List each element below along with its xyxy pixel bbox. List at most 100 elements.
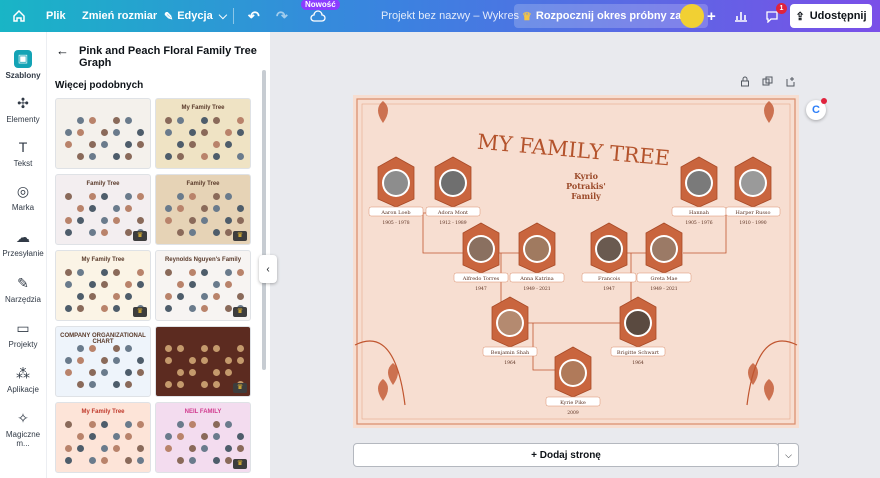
rail-item-label: Marka: [11, 203, 35, 212]
thumbnail-avatar: [189, 305, 196, 312]
thumbnail-avatar: [89, 421, 96, 428]
template-thumbnail[interactable]: Family Tree ♛: [55, 174, 151, 245]
thumbnail-avatar: [189, 369, 196, 376]
document-title[interactable]: Projekt bez nazwy – Wykres: [381, 0, 519, 32]
template-thumbnail[interactable]: My Family Tree: [55, 402, 151, 473]
share-button[interactable]: ⇪ Udostępnij: [790, 4, 872, 28]
add-page-button[interactable]: + Dodaj stronę: [353, 443, 779, 467]
add-page-menu-button[interactable]: ⌵: [778, 443, 799, 467]
template-thumbnail[interactable]: ♛: [155, 326, 251, 397]
thumbnail-avatar: [165, 305, 172, 312]
new-badge: Nowość: [301, 0, 340, 10]
thumbnail-avatar: [165, 117, 172, 124]
thumbnail-avatar: [213, 153, 220, 160]
rail-item-elementy[interactable]: ✣ Elementy: [0, 94, 46, 124]
analytics-icon[interactable]: [734, 0, 748, 32]
upload-icon: ☁: [16, 229, 30, 245]
thumbnail-avatar: [165, 345, 172, 352]
thumbnail-avatar: [189, 357, 196, 364]
rail-item-projekty[interactable]: ▭ Projekty: [0, 319, 46, 349]
thumbnail-avatar: [201, 445, 208, 452]
rail-item-marka[interactable]: ◎ Marka: [0, 182, 46, 212]
elements-icon: ✣: [17, 95, 29, 111]
member-years: 2009: [567, 410, 579, 416]
thumbnail-avatar: [125, 117, 132, 124]
thumbnail-avatar: [201, 357, 208, 364]
thumbnail-avatar: [89, 193, 96, 200]
chevron-left-icon: ‹: [266, 263, 270, 275]
thumbnail-avatar: [101, 129, 108, 136]
thumbnail-avatar: [113, 205, 120, 212]
thumbnail-avatar: [101, 269, 108, 276]
thumbnail-avatar: [65, 281, 72, 288]
template-thumbnail[interactable]: My Family Tree: [155, 98, 251, 169]
thumbnail-avatar: [225, 305, 232, 312]
template-thumbnail[interactable]: My Family Tree ♛: [55, 250, 151, 321]
collapse-panel-button[interactable]: ‹: [259, 255, 277, 283]
trial-button[interactable]: ♛ Rozpocznij okres próbny za 0 €: [514, 4, 708, 28]
rail-item-szablony[interactable]: ▣ Szablony: [0, 50, 46, 80]
add-collaborator-icon[interactable]: +: [707, 0, 716, 32]
member-years: 1964: [632, 360, 644, 366]
templates-icon: ▣: [14, 50, 32, 68]
rail-item-aplikacje[interactable]: ⁂ Aplikacje: [0, 364, 46, 394]
scrollbar[interactable]: [262, 70, 266, 370]
add-page-icon[interactable]: [785, 76, 796, 90]
member-photo: [597, 237, 621, 261]
canva-assistant-icon[interactable]: C: [806, 98, 827, 120]
thumbnail-avatar: [225, 193, 232, 200]
back-arrow-icon[interactable]: ←: [56, 43, 69, 58]
template-thumbnail-title: COMPANY ORGANIZATIONAL CHART: [60, 333, 146, 345]
member-photo: [626, 311, 650, 335]
thumbnail-avatar: [225, 457, 232, 464]
file-menu[interactable]: Plik: [46, 0, 66, 32]
template-thumbnail[interactable]: COMPANY ORGANIZATIONAL CHART: [55, 326, 151, 397]
edit-menu[interactable]: ✎ Edycja ⌵: [164, 0, 227, 32]
member-photo: [687, 171, 711, 195]
rail-item-narzędzia[interactable]: ✎ Narzędzia: [0, 274, 46, 304]
thumbnail-avatar: [65, 129, 72, 136]
thumbnail-avatar: [177, 457, 184, 464]
duplicate-icon[interactable]: [762, 76, 773, 90]
thumbnail-avatar: [113, 381, 120, 388]
undo-icon[interactable]: ↶: [248, 0, 260, 32]
thumbnail-avatar: [113, 445, 120, 452]
template-thumbnail[interactable]: [55, 98, 151, 169]
thumbnail-avatar: [89, 293, 96, 300]
thumbnail-avatar: [213, 293, 220, 300]
template-thumbnail[interactable]: Reynolds Nguyen's Family ♛: [155, 250, 251, 321]
template-thumbnail[interactable]: NEIL FAMILY ♛: [155, 402, 251, 473]
folder-icon: ▭: [16, 320, 30, 336]
thumbnail-avatar: [177, 153, 184, 160]
rail-item-magiczne-m[interactable]: ✧ Magiczne m...: [0, 409, 46, 448]
thumbnail-avatar: [237, 433, 244, 440]
lock-icon[interactable]: [740, 76, 750, 90]
thumbnail-avatar: [201, 153, 208, 160]
thumbnail-avatar: [125, 153, 132, 160]
thumbnail-avatar: [89, 345, 96, 352]
design-canvas[interactable]: MY FAMILY TREE Kyrio Potrakis' Family Aaron …: [353, 95, 799, 428]
template-thumbnail[interactable]: Family Tree ♛: [155, 174, 251, 245]
rail-item-label: Magiczne m...: [5, 430, 41, 448]
thumbnail-avatar: [77, 129, 84, 136]
top-bar: Plik Zmień rozmiar ✎ Edycja ⌵ ↶ ↷ Nowość…: [0, 0, 880, 32]
home-icon[interactable]: [12, 0, 30, 32]
share-label: Udostępnij: [809, 10, 867, 22]
thumbnail-avatar: [177, 141, 184, 148]
thumbnail-avatar: [65, 305, 72, 312]
premium-crown-icon: ♛: [233, 307, 247, 317]
avatar[interactable]: [680, 4, 704, 28]
template-thumbnail-title: My Family Tree: [81, 257, 125, 263]
thumbnail-avatar: [177, 369, 184, 376]
thumbnail-avatar: [137, 217, 144, 224]
divider: [233, 8, 234, 24]
template-thumbnail-title: My Family Tree: [181, 105, 225, 111]
rail-item-przesyłanie[interactable]: ☁ Przesyłanie: [0, 228, 46, 258]
thumbnail-avatar: [237, 293, 244, 300]
rail-item-tekst[interactable]: T Tekst: [0, 138, 46, 168]
member-name: Greta Mae: [651, 276, 678, 282]
resize-button[interactable]: Zmień rozmiar: [82, 0, 157, 32]
thumbnail-avatar: [201, 129, 208, 136]
redo-icon[interactable]: ↷: [276, 0, 288, 32]
thumbnail-avatar: [77, 117, 84, 124]
